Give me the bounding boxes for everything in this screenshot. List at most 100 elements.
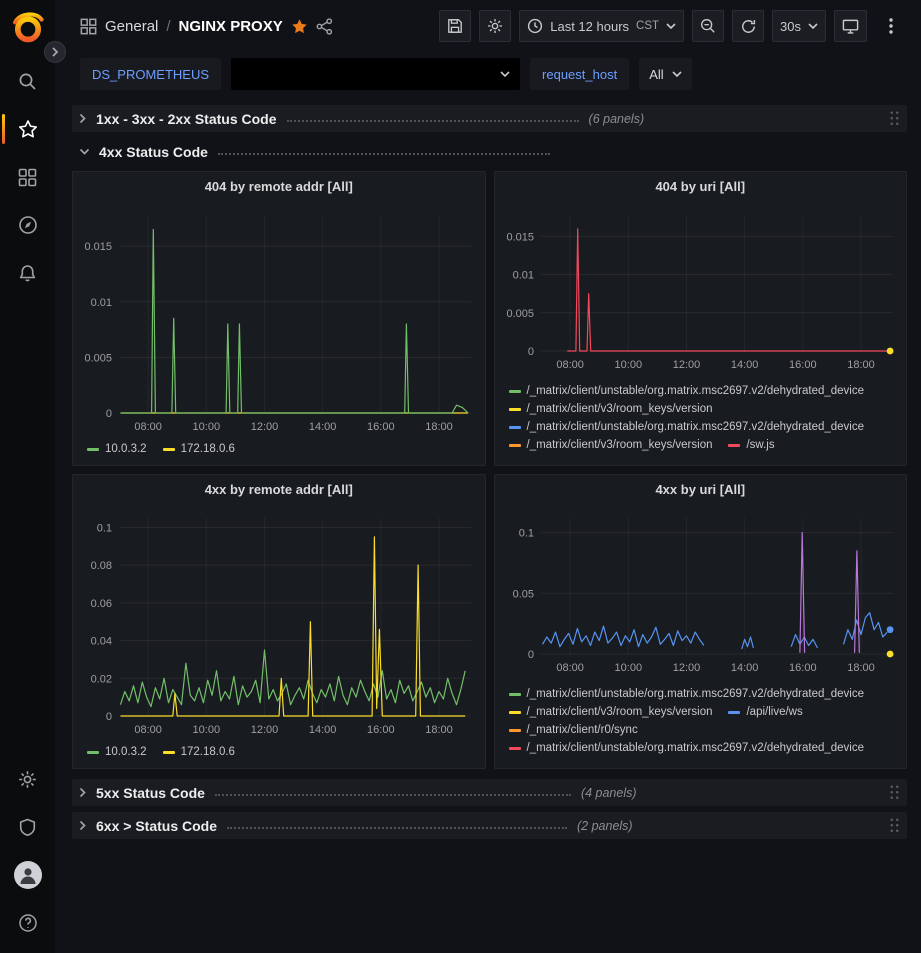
variable-select-ds-prometheus[interactable] [231,58,520,90]
svg-text:0.01: 0.01 [91,297,112,309]
legend-item[interactable]: /_matrix/client/unstable/org.matrix.msc2… [509,383,865,400]
legend-series-swatch [509,444,521,447]
timeseries-chart[interactable]: 00.0050.010.01508:0010:0012:0014:0016:00… [495,201,906,377]
variable-select-request-host[interactable]: All [639,58,691,90]
row-1xx-3xx-2xx-status-code[interactable]: 1xx - 3xx - 2xx Status Code (6 panels) [72,105,907,132]
legend-item[interactable]: 10.0.3.2 [87,744,147,761]
row-6xx-status-code[interactable]: 6xx > Status Code (2 panels) [72,812,907,839]
configuration-menu-item[interactable] [0,755,55,803]
share-icon[interactable] [316,18,333,35]
row-panel-count: (6 panels) [589,112,645,126]
legend-series-label: /api/live/ws [746,704,802,721]
row-drag-handle[interactable] [889,817,900,834]
panel-grid: 404 by remote addr [All] 00.0050.010.015… [72,171,907,769]
search-menu-item[interactable] [0,57,55,105]
legend-item[interactable]: /_matrix/client/unstable/org.matrix.msc2… [509,419,865,436]
legend-item[interactable]: 10.0.3.2 [87,441,147,458]
svg-text:0.1: 0.1 [518,528,533,540]
legend-item[interactable]: 172.18.0.6 [163,744,235,761]
legend-series-label: 10.0.3.2 [105,744,147,761]
grafana-app: General / NGINX PROXY L [0,0,921,953]
chevron-down-icon [808,23,818,30]
dashboard-title[interactable]: NGINX PROXY [179,18,283,35]
legend-item[interactable]: /_matrix/client/r0/sync [509,722,638,739]
row-title: 5xx Status Code [96,785,205,801]
help-menu-item[interactable] [0,899,55,947]
panel-title[interactable]: 404 by uri [All] [495,172,907,201]
user-profile-menu-item[interactable] [0,851,55,899]
panel-4xx-by-remote-addr: 4xx by remote addr [All] 00.020.040.060.… [72,474,486,769]
timezone-label: CST [636,20,659,32]
svg-text:0: 0 [527,346,533,358]
panel-title[interactable]: 404 by remote addr [All] [73,172,485,201]
panel-404-by-remote-addr: 404 by remote addr [All] 00.0050.010.015… [72,171,486,466]
timeseries-chart[interactable]: 00.050.108:0010:0012:0014:0016:0018:00 [495,504,906,680]
time-range-picker[interactable]: Last 12 hours CST [519,10,684,42]
svg-text:12:00: 12:00 [672,662,700,674]
star-icon [18,119,38,139]
refresh-button[interactable] [732,10,764,42]
sidebar-expand-button[interactable] [44,41,66,63]
time-range-label: Last 12 hours [550,19,629,34]
breadcrumb-separator: / [166,18,170,35]
legend-series-swatch [163,751,175,754]
legend-item[interactable]: /sw.js [728,437,774,454]
svg-text:08:00: 08:00 [134,421,162,433]
legend-series-swatch [509,747,521,750]
timeseries-chart[interactable]: 00.0050.010.01508:0010:0012:0014:0016:00… [73,201,484,439]
variable-value-request-host: All [649,67,663,82]
grafana-logo[interactable] [11,10,45,47]
explore-menu-item[interactable] [0,201,55,249]
zoom-out-icon [700,18,716,34]
breadcrumb-folder[interactable]: General [105,18,158,35]
row-4xx-status-code[interactable]: 4xx Status Code [72,138,907,165]
zoom-out-button[interactable] [692,10,724,42]
dashboard-settings-button[interactable] [479,10,511,42]
cycle-view-mode-button[interactable] [834,10,867,42]
more-options-button[interactable] [875,10,907,42]
panel-title[interactable]: 4xx by remote addr [All] [73,475,485,504]
svg-text:0.005: 0.005 [84,352,112,364]
row-drag-handle[interactable] [889,110,900,127]
svg-text:0: 0 [527,649,533,661]
legend-series-swatch [163,448,175,451]
row-drag-handle[interactable] [889,784,900,801]
legend-item[interactable]: /api/live/ws [728,704,802,721]
svg-text:12:00: 12:00 [251,421,279,433]
svg-text:10:00: 10:00 [614,662,642,674]
legend-item[interactable]: /_matrix/client/unstable/org.matrix.msc2… [509,686,865,703]
legend-item[interactable]: /_matrix/client/v3/room_keys/version [509,704,713,721]
legend-series-label: /_matrix/client/r0/sync [527,722,638,739]
row-5xx-status-code[interactable]: 5xx Status Code (4 panels) [72,779,907,806]
legend-item[interactable]: /_matrix/client/v3/room_keys/version [509,401,713,418]
legend-series-label: 10.0.3.2 [105,441,147,458]
legend-item[interactable]: 172.18.0.6 [163,441,235,458]
starred-dashboards-menu-item[interactable] [0,105,55,153]
chart-legend: 10.0.3.2 172.18.0.6 [73,439,485,460]
svg-text:0.005: 0.005 [506,308,534,320]
alerting-menu-item[interactable] [0,249,55,297]
panel-title[interactable]: 4xx by uri [All] [495,475,907,504]
server-admin-menu-item[interactable] [0,803,55,851]
legend-series-label: /_matrix/client/unstable/org.matrix.msc2… [527,383,865,400]
legend-series-swatch [509,408,521,411]
shield-icon [18,818,37,837]
favorite-star-icon[interactable] [291,18,308,35]
svg-text:08:00: 08:00 [556,662,584,674]
row-title: 4xx Status Code [99,144,208,160]
svg-text:12:00: 12:00 [251,724,279,736]
timeseries-chart[interactable]: 00.020.040.060.080.108:0010:0012:0014:00… [73,504,484,742]
search-icon [18,72,37,91]
legend-item[interactable]: /_matrix/client/v3/room_keys/version [509,437,713,454]
svg-text:0.04: 0.04 [91,636,112,648]
legend-series-swatch [509,729,521,732]
dashboard-content: 1xx - 3xx - 2xx Status Code (6 panels) 4… [55,98,921,953]
top-navbar: General / NGINX PROXY L [55,0,921,52]
save-dashboard-button[interactable] [439,10,471,42]
legend-series-swatch [87,448,99,451]
dashboards-menu-item[interactable] [0,153,55,201]
legend-item[interactable]: /_matrix/client/unstable/org.matrix.msc2… [509,740,865,757]
svg-text:0.06: 0.06 [91,598,112,610]
refresh-interval-picker[interactable]: 30s [772,10,826,42]
row-panel-count: (4 panels) [581,786,637,800]
